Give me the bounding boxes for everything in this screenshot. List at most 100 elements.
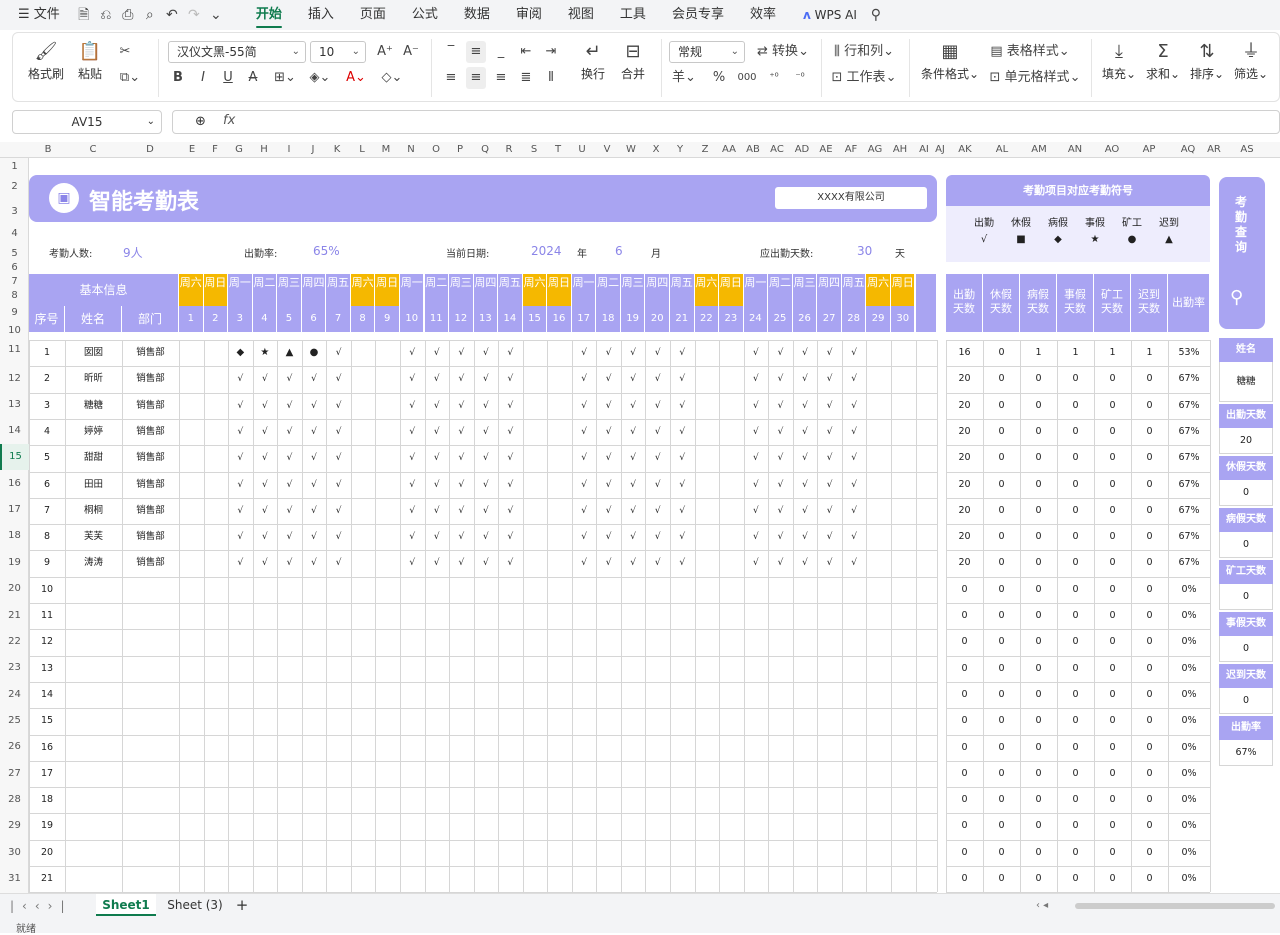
cond-format-button[interactable]: ▦ 条件格式⌄ xyxy=(917,39,983,82)
attendance-mark[interactable]: √ xyxy=(670,472,695,498)
attendance-mark[interactable]: √ xyxy=(425,524,450,550)
attendance-mark[interactable]: √ xyxy=(596,419,621,445)
attendance-mark[interactable]: √ xyxy=(449,393,474,419)
attendance-mark[interactable]: √ xyxy=(302,498,327,524)
column-header-D[interactable]: D xyxy=(135,142,165,158)
row-header-23[interactable]: 23 xyxy=(0,655,29,681)
attendance-mark[interactable]: √ xyxy=(817,550,842,576)
attendance-mark[interactable]: √ xyxy=(744,445,769,471)
attendance-mark[interactable]: √ xyxy=(621,340,646,366)
attendance-mark[interactable]: √ xyxy=(498,472,523,498)
attendance-mark[interactable]: √ xyxy=(572,340,597,366)
attendance-mark[interactable]: √ xyxy=(596,498,621,524)
attendance-mark[interactable]: √ xyxy=(498,366,523,392)
attendance-mark[interactable]: √ xyxy=(449,498,474,524)
attendance-mark[interactable]: √ xyxy=(277,393,302,419)
indent-decrease-icon[interactable]: ⇤ xyxy=(516,41,536,63)
attendance-mark[interactable]: √ xyxy=(621,393,646,419)
tab-4[interactable]: 数据 xyxy=(451,0,503,30)
preview-icon[interactable]: ⌕ xyxy=(139,4,161,26)
strikethrough-button[interactable]: A xyxy=(243,67,263,89)
attendance-mark[interactable]: √ xyxy=(572,419,597,445)
row-header-20[interactable]: 20 xyxy=(0,576,29,602)
row-header-27[interactable]: 27 xyxy=(0,761,29,787)
attendance-mark[interactable]: √ xyxy=(253,550,278,576)
attendance-mark[interactable]: √ xyxy=(228,393,253,419)
attendance-mark[interactable]: √ xyxy=(326,340,351,366)
align-left-icon[interactable]: ≡ xyxy=(441,67,461,89)
attendance-mark[interactable]: √ xyxy=(228,550,253,576)
attendance-mark[interactable]: √ xyxy=(842,419,867,445)
align-middle-icon[interactable]: ≡ xyxy=(466,41,486,63)
search-icon[interactable]: ⚲ xyxy=(865,4,887,26)
attendance-mark[interactable]: √ xyxy=(253,366,278,392)
attendance-mark[interactable]: √ xyxy=(670,524,695,550)
attendance-mark[interactable]: √ xyxy=(572,524,597,550)
attendance-mark[interactable]: √ xyxy=(596,472,621,498)
tab-sheet3[interactable]: Sheet (3) xyxy=(164,894,226,916)
align-top-icon[interactable]: ‾ xyxy=(441,41,461,63)
row-header-21[interactable]: 21 xyxy=(0,603,29,629)
attendance-mark[interactable]: √ xyxy=(302,419,327,445)
attendance-mark[interactable]: √ xyxy=(793,340,818,366)
column-header-AL[interactable]: AL xyxy=(987,142,1017,158)
column-header-AN[interactable]: AN xyxy=(1060,142,1090,158)
attendance-mark[interactable]: √ xyxy=(768,524,793,550)
row-header-8[interactable]: 8 xyxy=(0,289,29,303)
border-icon[interactable]: ⊞⌄ xyxy=(271,67,299,89)
attendance-mark[interactable]: √ xyxy=(596,524,621,550)
attendance-mark[interactable]: √ xyxy=(670,340,695,366)
tab-sheet1[interactable]: Sheet1 xyxy=(96,894,156,916)
attendance-mark[interactable]: √ xyxy=(793,550,818,576)
save-icon[interactable]: 🗎 xyxy=(73,4,95,26)
attendance-mark[interactable]: √ xyxy=(670,366,695,392)
attendance-mark[interactable]: √ xyxy=(474,419,499,445)
attendance-mark[interactable]: √ xyxy=(326,498,351,524)
row-header-9[interactable]: 9 xyxy=(0,303,29,323)
attendance-mark[interactable]: √ xyxy=(768,498,793,524)
row-header-19[interactable]: 19 xyxy=(0,550,29,576)
attendance-mark[interactable]: √ xyxy=(621,419,646,445)
sort-button[interactable]: ⇅ 排序⌄ xyxy=(1187,39,1227,82)
attendance-mark[interactable]: √ xyxy=(621,445,646,471)
attendance-mark[interactable]: √ xyxy=(498,393,523,419)
attendance-mark[interactable]: √ xyxy=(645,498,670,524)
tab-7[interactable]: 工具 xyxy=(607,0,659,30)
attendance-mark[interactable]: √ xyxy=(842,498,867,524)
attendance-mark[interactable]: √ xyxy=(670,393,695,419)
sheet-grid[interactable]: ▣ 智能考勤表 XXXX有限公司 考勤人数: 9人 出勤率: 65% 当前日期:… xyxy=(29,158,1280,893)
attendance-mark[interactable]: √ xyxy=(326,419,351,445)
name-box[interactable]: AV15 ⌄ xyxy=(12,110,162,134)
attendance-mark[interactable]: √ xyxy=(228,445,253,471)
attendance-mark[interactable]: √ xyxy=(425,419,450,445)
attendance-mark[interactable]: √ xyxy=(302,445,327,471)
paste-button[interactable]: 📋 粘贴 xyxy=(71,39,109,82)
attendance-mark[interactable]: √ xyxy=(596,445,621,471)
attendance-mark[interactable]: √ xyxy=(498,445,523,471)
attendance-mark[interactable]: √ xyxy=(744,524,769,550)
attendance-mark[interactable]: √ xyxy=(498,340,523,366)
attendance-mark[interactable]: √ xyxy=(425,393,450,419)
add-sheet-button[interactable]: + xyxy=(234,894,250,916)
attendance-mark[interactable]: √ xyxy=(670,419,695,445)
clear-icon[interactable]: ◇⌄ xyxy=(377,67,407,89)
fill-color-icon[interactable]: ◈⌄ xyxy=(305,67,335,89)
attendance-mark[interactable]: √ xyxy=(498,550,523,576)
column-header-AM[interactable]: AM xyxy=(1024,142,1054,158)
attendance-mark[interactable]: √ xyxy=(572,445,597,471)
cloud-icon[interactable]: ⎌ xyxy=(95,4,117,26)
attendance-mark[interactable]: √ xyxy=(645,366,670,392)
attendance-mark[interactable]: √ xyxy=(817,498,842,524)
attendance-mark[interactable]: √ xyxy=(793,366,818,392)
attendance-mark[interactable]: √ xyxy=(400,524,425,550)
column-header-C[interactable]: C xyxy=(78,142,108,158)
attendance-mark[interactable]: √ xyxy=(817,524,842,550)
attendance-mark[interactable]: √ xyxy=(449,550,474,576)
attendance-mark[interactable]: √ xyxy=(474,550,499,576)
attendance-mark[interactable]: √ xyxy=(425,366,450,392)
attendance-mark[interactable]: √ xyxy=(596,393,621,419)
row-header-7[interactable]: 7 xyxy=(0,275,29,289)
distribute-icon[interactable]: ⫴ xyxy=(541,67,561,89)
wps-ai-button[interactable]: ᴧ WPS AI xyxy=(803,8,857,22)
attendance-mark[interactable]: √ xyxy=(253,445,278,471)
